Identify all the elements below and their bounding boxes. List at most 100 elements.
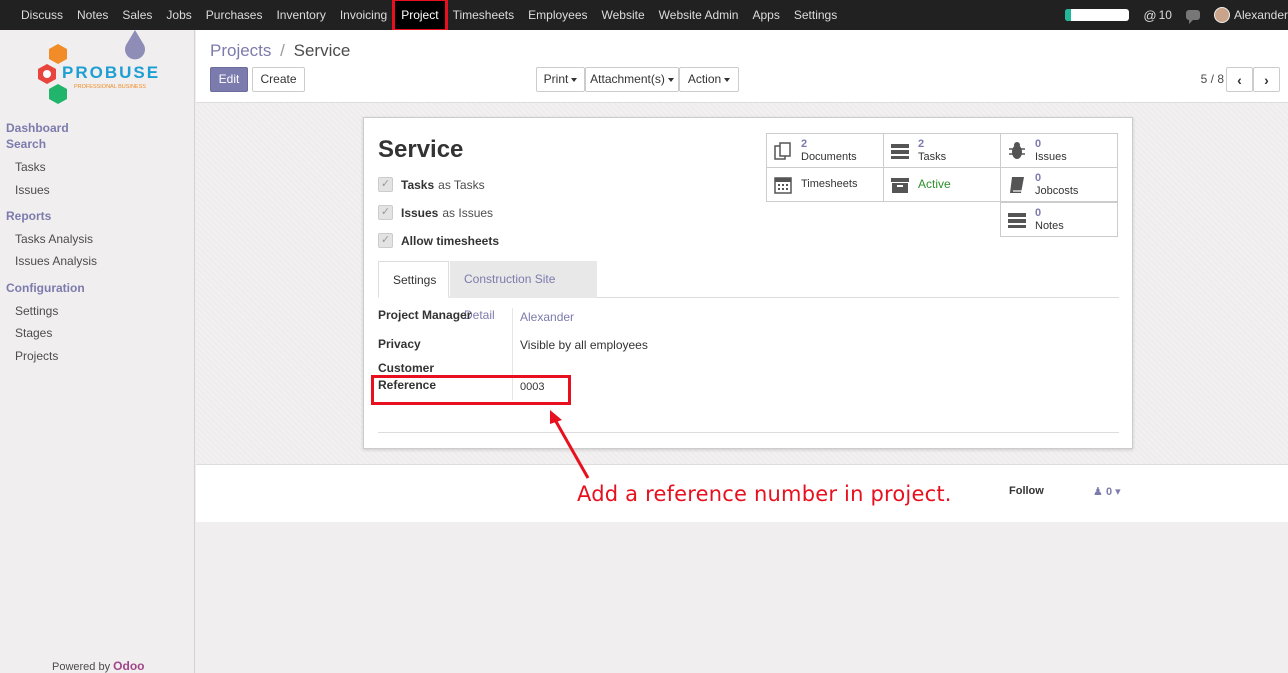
breadcrumb-separator: / xyxy=(280,41,285,60)
notes-smart-button[interactable]: 0 Notes xyxy=(1000,202,1118,237)
issues-checkbox-row: ✓ Issues as Issues xyxy=(378,205,493,220)
attachments-dropdown[interactable]: Attachment(s) xyxy=(585,67,679,92)
issues-checkbox[interactable]: ✓ xyxy=(378,205,393,220)
edit-button[interactable]: Edit xyxy=(210,67,248,92)
user-name: Alexander xyxy=(1233,8,1288,22)
archive-icon xyxy=(890,175,910,195)
sidebar-item-stages[interactable]: Stages xyxy=(15,326,52,340)
at-icon: @ xyxy=(1143,7,1157,23)
tasks-icon xyxy=(890,141,910,161)
logo-subtext: PROFESSIONAL BUSINESS xyxy=(74,84,146,90)
sidebar: PROBUSE PROFESSIONAL BUSINESS Dashboard … xyxy=(0,30,195,673)
menu-project[interactable]: Project xyxy=(392,0,448,32)
tasks-checkbox-row: ✓ Tasks as Tasks xyxy=(378,177,485,192)
avatar xyxy=(1213,7,1230,23)
progress-bar[interactable] xyxy=(1065,9,1130,21)
attachments-label: Attachment(s) xyxy=(590,72,665,86)
sidebar-item-projects[interactable]: Projects xyxy=(15,349,58,363)
tab-settings[interactable]: Settings xyxy=(378,261,449,298)
documents-smart-button[interactable]: 2 Documents xyxy=(766,133,884,168)
sidebar-item-issues[interactable]: Issues xyxy=(15,183,50,197)
menu-sales[interactable]: Sales xyxy=(115,0,159,30)
privacy-field[interactable]: Visible by all employees xyxy=(520,338,648,352)
chat-icon[interactable] xyxy=(1185,10,1200,24)
privacy-label: Privacy xyxy=(378,337,421,351)
active-label: Active xyxy=(918,177,951,191)
powered-prefix: Powered by xyxy=(52,661,111,673)
progress-fill xyxy=(1065,9,1071,21)
jobcosts-label: Jobcosts xyxy=(1035,184,1079,197)
company-logo: PROBUSE PROFESSIONAL BUSINESS xyxy=(38,44,160,104)
menu-purchases[interactable]: Purchases xyxy=(199,0,270,30)
caret-down-icon xyxy=(724,77,731,82)
pager-previous-button[interactable]: ‹ xyxy=(1226,67,1253,92)
caret-down-icon: ▾ xyxy=(1115,486,1121,498)
documents-count: 2 xyxy=(801,137,808,150)
tasks-checkbox[interactable]: ✓ xyxy=(378,177,393,192)
tasks-checkbox-suffix: as Tasks xyxy=(438,177,485,192)
menu-settings[interactable]: Settings xyxy=(787,0,844,30)
calendar-icon xyxy=(773,175,793,195)
action-dropdown[interactable]: Action xyxy=(679,67,739,92)
menu-timesheets[interactable]: Timesheets xyxy=(446,0,522,30)
timesheets-checkbox[interactable]: ✓ xyxy=(378,233,393,248)
book-icon xyxy=(1007,175,1027,195)
sheet-divider xyxy=(378,432,1119,433)
top-navbar: Discuss Notes Sales Jobs Purchases Inven… xyxy=(0,0,1288,32)
tasks-count: 2 xyxy=(918,137,925,150)
active-toggle-button[interactable]: Active xyxy=(883,167,1001,202)
sidebar-group-configuration[interactable]: Configuration xyxy=(6,280,85,296)
tab-construction-site-detail[interactable]: Construction Site Detail xyxy=(450,261,597,322)
sidebar-group-reports[interactable]: Reports xyxy=(6,208,51,224)
bug-icon xyxy=(1007,141,1027,161)
print-dropdown[interactable]: Print xyxy=(536,67,585,92)
smart-buttons: 2 Documents 2 Tasks 0 Issues Timesheets Act… xyxy=(766,133,1119,238)
sidebar-item-tasks[interactable]: Tasks xyxy=(15,160,46,174)
powered-by[interactable]: Powered by Odoo xyxy=(52,659,144,673)
project-manager-label: Project Manager xyxy=(378,308,472,322)
followers-dropdown[interactable]: ♟ 0 ▾ xyxy=(1093,485,1121,498)
project-manager-field[interactable]: Alexander xyxy=(520,310,574,324)
menu-invoicing[interactable]: Invoicing xyxy=(333,0,394,30)
menu-apps[interactable]: Apps xyxy=(745,0,786,30)
pager-value[interactable]: 5 / 8 xyxy=(1201,72,1224,86)
issues-checkbox-label: Issues xyxy=(401,205,439,220)
sidebar-item-issues-analysis[interactable]: Issues Analysis xyxy=(15,254,97,268)
follow-button[interactable]: Follow xyxy=(1009,485,1044,497)
customer-label: Customer xyxy=(378,361,435,375)
sidebar-group-search[interactable]: Search xyxy=(6,136,46,152)
notes-count: 0 xyxy=(1035,206,1042,219)
sidebar-item-tasks-analysis[interactable]: Tasks Analysis xyxy=(15,232,93,246)
create-button[interactable]: Create xyxy=(252,67,305,92)
menu-inventory[interactable]: Inventory xyxy=(269,0,332,30)
issues-checkbox-suffix: as Issues xyxy=(442,205,494,220)
menu-notes[interactable]: Notes xyxy=(70,0,115,30)
menu-website-admin[interactable]: Website Admin xyxy=(652,0,746,30)
tasks-checkbox-label: Tasks xyxy=(401,177,435,192)
menu-jobs[interactable]: Jobs xyxy=(159,0,198,30)
menu-discuss[interactable]: Discuss xyxy=(14,0,70,30)
pager-next-button[interactable]: › xyxy=(1253,67,1280,92)
timesheets-checkbox-row: ✓ Allow timesheets xyxy=(378,233,503,248)
user-menu[interactable]: Alexander xyxy=(1213,7,1288,23)
user-icon: ♟ xyxy=(1093,486,1103,498)
notifications[interactable]: @ 10 xyxy=(1143,8,1172,23)
menu-website[interactable]: Website xyxy=(595,0,652,30)
sidebar-group-dashboard[interactable]: Dashboard xyxy=(6,120,69,136)
issues-count: 0 xyxy=(1035,137,1042,150)
breadcrumb-parent[interactable]: Projects xyxy=(210,41,271,60)
sidebar-item-settings[interactable]: Settings xyxy=(15,304,58,318)
timesheets-smart-button[interactable]: Timesheets xyxy=(766,167,884,202)
annotation-arrow-icon xyxy=(550,410,590,479)
print-label: Print xyxy=(543,72,569,86)
breadcrumb-current: Service xyxy=(293,41,351,60)
logo-text: PROBUSE xyxy=(62,63,160,82)
jobcosts-smart-button[interactable]: 0 Jobcosts xyxy=(1000,167,1118,202)
menu-employees[interactable]: Employees xyxy=(521,0,594,30)
project-title: Service xyxy=(378,136,464,163)
caret-down-icon xyxy=(667,77,674,82)
app-menu: Discuss Notes Sales Jobs Purchases Inven… xyxy=(14,0,844,32)
notes-label: Notes xyxy=(1035,219,1064,232)
issues-smart-button[interactable]: 0 Issues xyxy=(1000,133,1118,168)
tasks-smart-button[interactable]: 2 Tasks xyxy=(883,133,1001,168)
